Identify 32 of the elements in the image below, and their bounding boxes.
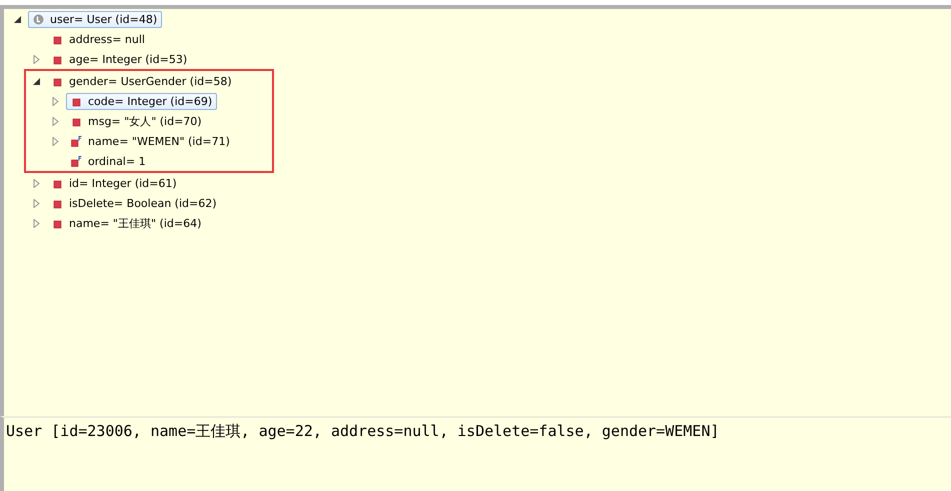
variable-label: msg= "女人" (id=70) [88, 114, 202, 128]
variable-label: address= null [69, 32, 145, 46]
variable-label: age= Integer (id=53) [69, 52, 188, 66]
collapse-arrow-icon[interactable] [13, 14, 22, 24]
variable-item[interactable]: msg= "女人" (id=70) [66, 112, 207, 130]
variable-label: ordinal= 1 [88, 154, 146, 168]
variable-item[interactable]: name= "WEMEN" (id=71) [66, 132, 235, 150]
variable-item[interactable]: address= null [47, 30, 150, 48]
variable-item[interactable]: user= User (id=48) [28, 10, 162, 28]
variable-label: isDelete= Boolean (id=62) [69, 196, 217, 210]
variable-item[interactable]: age= Integer (id=53) [47, 50, 192, 68]
variable-item[interactable]: code= Integer (id=69) [66, 92, 218, 110]
variable-label: gender= UserGender (id=58) [69, 74, 232, 88]
variable-label: user= User (id=48) [50, 12, 158, 26]
variable-item[interactable]: isDelete= Boolean (id=62) [47, 194, 222, 212]
variable-item[interactable]: id= Integer (id=61) [47, 174, 182, 192]
expand-arrow-icon[interactable] [51, 136, 60, 146]
expand-arrow-icon[interactable] [32, 178, 41, 188]
expand-arrow-icon[interactable] [51, 96, 60, 106]
variable-label: name= "WEMEN" (id=71) [88, 134, 230, 148]
variable-label: name= "王佳琪" (id=64) [69, 216, 202, 230]
collapse-arrow-icon[interactable] [32, 76, 41, 86]
expand-arrow-icon[interactable] [32, 218, 41, 228]
variable-label: code= Integer (id=69) [88, 94, 212, 108]
variable-label: id= Integer (id=61) [69, 176, 177, 190]
expand-arrow-icon[interactable] [51, 116, 60, 126]
variable-item[interactable]: ordinal= 1 [66, 152, 151, 170]
detail-text: User [id=23006, name=王佳琪, age=22, address=null, isDelete=false, gender=WEMEN] [6, 422, 720, 440]
expand-arrow-icon[interactable] [32, 198, 41, 208]
variable-item[interactable]: name= "王佳琪" (id=64) [47, 214, 206, 232]
expand-arrow-icon[interactable] [32, 54, 41, 64]
variable-item[interactable]: gender= UserGender (id=58) [47, 72, 237, 90]
